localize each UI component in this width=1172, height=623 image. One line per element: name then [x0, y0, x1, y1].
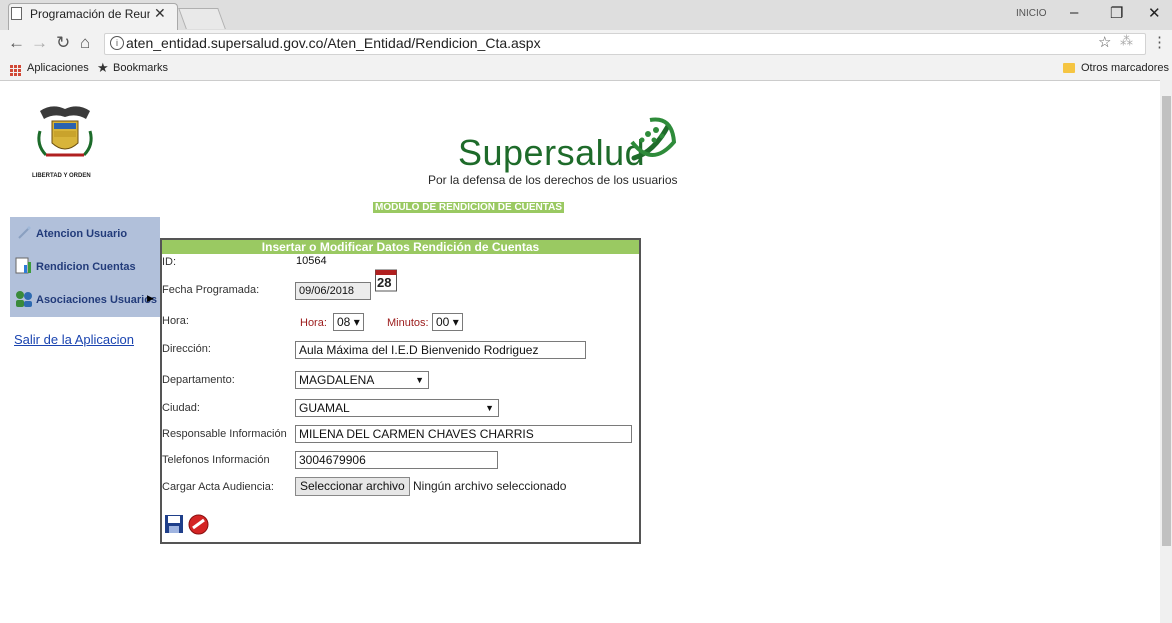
bookmark-apps[interactable]: Aplicaciones — [27, 62, 89, 74]
back-icon[interactable]: ← — [8, 33, 25, 53]
other-bookmarks[interactable]: Otros marcadores — [1081, 62, 1169, 74]
profile-name[interactable]: INICIO — [1016, 8, 1047, 19]
departamento-label: Departamento: — [162, 374, 235, 386]
select-file-button[interactable]: Seleccionar archivo — [295, 477, 410, 496]
brand-name: Supersalud — [458, 132, 646, 173]
maximize-icon[interactable]: ❐ — [1110, 4, 1123, 22]
scrollbar-thumb[interactable] — [1162, 96, 1171, 546]
responsable-label: Responsable Información — [162, 428, 287, 440]
report-icon — [15, 257, 33, 275]
sidebar-item-atencion-usuario[interactable]: Atencion Usuario — [36, 228, 127, 240]
chevron-down-icon: ▼ — [415, 375, 424, 385]
form-title: Insertar o Modificar Datos Rendición de … — [162, 240, 639, 254]
folder-icon — [1063, 63, 1075, 73]
exit-link[interactable]: Salir de la Aplicacion — [14, 332, 134, 347]
fecha-label: Fecha Programada: — [162, 284, 260, 296]
bookmarks-bar — [0, 58, 1172, 81]
save-icon[interactable] — [164, 514, 184, 534]
minutos-label: Minutos: — [387, 317, 429, 329]
hora-select[interactable]: 08 ▾ — [333, 313, 364, 331]
telefonos-field[interactable]: 3004679906 — [295, 451, 498, 469]
reload-icon[interactable]: ↻ — [56, 33, 70, 53]
hora-select-value: 08 — [337, 315, 351, 329]
extension-icon[interactable]: ⁂ — [1120, 33, 1133, 49]
minutos-select[interactable]: 00 ▾ — [432, 313, 463, 331]
tab-close-icon[interactable]: ✕ — [154, 5, 166, 22]
tab-title: Programación de Reunio — [30, 7, 150, 21]
users-icon — [14, 290, 34, 308]
hora-label: Hora: — [162, 315, 189, 327]
apps-icon[interactable] — [10, 63, 21, 76]
direccion-label: Dirección: — [162, 343, 211, 355]
chevron-down-icon: ▼ — [485, 403, 494, 413]
sidebar-item-asociaciones-usuarios[interactable]: Asociaciones Usuarios — [36, 294, 157, 306]
sidebar-item-rendicion-cuentas[interactable]: Rendicion Cuentas — [36, 261, 136, 273]
fecha-field[interactable]: 09/06/2018 — [295, 282, 371, 300]
home-icon[interactable]: ⌂ — [80, 33, 90, 53]
id-label: ID: — [162, 256, 177, 268]
tagline: Por la defensa de los derechos de los us… — [428, 173, 678, 187]
close-window-icon[interactable]: ✕ — [1148, 4, 1161, 22]
star-icon[interactable]: ☆ — [1098, 33, 1111, 51]
file-status: Ningún archivo seleccionado — [413, 479, 567, 493]
ciudad-label: Ciudad: — [162, 402, 200, 414]
menu-icon[interactable]: ⋮ — [1152, 33, 1167, 51]
submenu-arrow-icon: ▶ — [147, 293, 154, 303]
hora-inner-label: Hora: — [300, 317, 327, 329]
bookmark-bookmarks[interactable]: Bookmarks — [113, 62, 168, 74]
shield-caption: LIBERTAD Y ORDEN — [32, 173, 91, 179]
direccion-field[interactable]: Aula Máxima del I.E.D Bienvenido Rodrigu… — [295, 341, 586, 359]
forward-icon[interactable]: → — [31, 33, 48, 53]
page-icon — [11, 7, 22, 20]
supersalud-logo-icon — [624, 112, 680, 168]
departamento-select[interactable]: MAGDALENA ▼ — [295, 371, 429, 389]
coat-of-arms-logo — [32, 101, 98, 167]
bookmark-star-icon: ★ — [97, 60, 109, 75]
wand-icon — [17, 224, 33, 240]
ciudad-select[interactable]: GUAMAL ▼ — [295, 399, 499, 417]
responsable-field[interactable]: MILENA DEL CARMEN CHAVES CHARRIS — [295, 425, 632, 443]
departamento-select-value: MAGDALENA — [299, 373, 375, 387]
cancel-icon[interactable] — [188, 514, 209, 535]
new-tab-button[interactable] — [178, 8, 226, 29]
module-title: MODULO DE RENDICION DE CUENTAS — [373, 202, 565, 213]
minimize-icon[interactable]: – — [1070, 4, 1078, 21]
acta-label: Cargar Acta Audiencia: — [162, 481, 274, 493]
calendar-day: 28 — [377, 275, 392, 290]
info-icon[interactable]: i — [110, 36, 124, 50]
url-text[interactable]: aten_entidad.supersalud.gov.co/Aten_Enti… — [126, 35, 541, 51]
telefonos-label: Telefonos Información — [162, 454, 270, 466]
id-value: 10564 — [296, 255, 327, 267]
minutos-select-value: 00 — [436, 315, 450, 329]
ciudad-select-value: GUAMAL — [299, 401, 350, 415]
